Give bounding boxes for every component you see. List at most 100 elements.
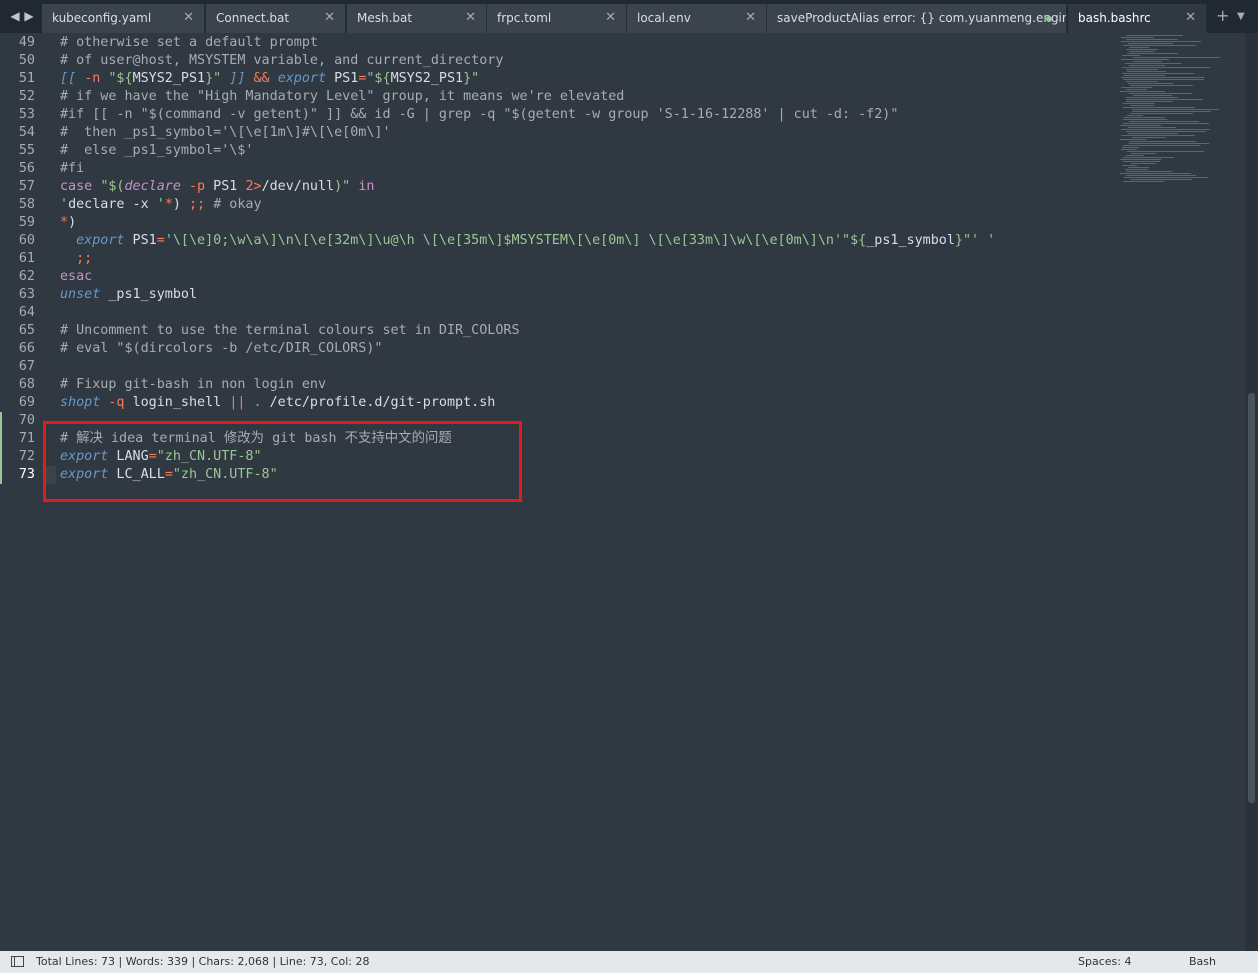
code-line[interactable]: 69 shopt -q login_shell || . /etc/profile… xyxy=(0,394,1120,412)
minimap-line xyxy=(1121,59,1169,60)
close-icon[interactable]: ✕ xyxy=(605,4,616,32)
line-number: 70 xyxy=(18,413,35,428)
tab-save-product-alias[interactable]: saveProductAlias error: {} com.yuanmeng.… xyxy=(767,4,1067,33)
code-line[interactable]: 66 # eval "$(dircolors -b /etc/DIR_COLORS… xyxy=(0,340,1120,358)
minimap-line xyxy=(1126,131,1206,132)
code-token: PS1 xyxy=(205,179,246,194)
tab-frpc[interactable]: frpc.toml ✕ xyxy=(487,4,627,33)
tab-kubeconfig[interactable]: kubeconfig.yaml ✕ xyxy=(42,4,205,33)
line-code: #fi xyxy=(60,160,84,178)
code-token: export xyxy=(277,71,327,86)
minimap-line xyxy=(1122,73,1194,74)
line-code: 'declare -x '*) ;; # okay xyxy=(60,196,262,214)
status-indentation[interactable]: Spaces: 4 xyxy=(1078,951,1131,973)
line-number: 64 xyxy=(18,305,35,320)
minimap-line xyxy=(1127,151,1204,152)
close-icon[interactable]: ✕ xyxy=(183,4,194,32)
minimap-line xyxy=(1122,165,1137,166)
status-syntax[interactable]: Bash xyxy=(1189,951,1216,973)
minimap-line xyxy=(1128,83,1173,84)
close-icon[interactable]: ✕ xyxy=(1185,4,1196,32)
code-line[interactable]: 56 #fi xyxy=(0,160,1120,178)
forward-arrow-icon[interactable]: ▶ xyxy=(22,6,36,26)
code-line[interactable]: 59 *) xyxy=(0,214,1120,232)
line-number: 51 xyxy=(18,71,35,86)
code-line[interactable]: 62 esac xyxy=(0,268,1120,286)
tab-local-env[interactable]: local.env ✕ xyxy=(627,4,767,33)
vertical-scrollbar[interactable] xyxy=(1245,33,1258,951)
minimap-line xyxy=(1121,77,1205,78)
new-tab-icon[interactable]: + xyxy=(1216,4,1229,28)
tab-list-dropdown-icon[interactable]: ▼ xyxy=(1237,4,1245,30)
code-line[interactable]: 51[[ -n "${MSYS2_PS1}" ]] && export PS1=… xyxy=(0,70,1120,88)
line-number: 65 xyxy=(18,323,35,338)
code-line[interactable]: 57 case "$(declare -p PS1 2>/dev/null)" i… xyxy=(0,178,1120,196)
code-line[interactable]: 68 # Fixup git-bash in non login env xyxy=(0,376,1120,394)
line-code: ;; xyxy=(60,250,92,268)
scrollbar-thumb[interactable] xyxy=(1248,393,1255,803)
code-token: # Uncomment to use the terminal colours … xyxy=(60,323,520,338)
code-token: # of user@host, MSYSTEM variable, and cu… xyxy=(60,53,504,68)
code-line[interactable]: 60 export PS1='\[\e]0;\w\a\]\n\[\e[32m\]… xyxy=(0,232,1120,250)
minimap-line xyxy=(1133,95,1172,96)
minimap-line xyxy=(1127,115,1143,116)
code-line[interactable]: 50 # of user@host, MSYSTEM variable, and … xyxy=(0,52,1120,70)
minimap-line xyxy=(1132,109,1219,110)
minimap-line xyxy=(1124,177,1208,178)
code-line[interactable]: 65 # Uncomment to use the terminal colour… xyxy=(0,322,1120,340)
code-token: "$( xyxy=(100,179,125,194)
close-icon[interactable]: ✕ xyxy=(745,4,756,32)
code-line[interactable]: 54 # then _ps1_symbol='\[\e[1m\]#\[\e[0m\… xyxy=(0,124,1120,142)
code-token: # else _ps1_symbol='\$' xyxy=(60,143,254,158)
code-line[interactable]: 67 xyxy=(0,358,1120,376)
minimap-line xyxy=(1128,167,1149,168)
tab-bash-bashrc[interactable]: bash.bashrc ✕ xyxy=(1068,4,1207,33)
line-code: shopt -q login_shell || . /etc/profile.d… xyxy=(60,394,495,412)
minimap-line xyxy=(1126,89,1147,90)
tab-bar: ◀ ▶ kubeconfig.yaml ✕ Connect.bat ✕ Mesh… xyxy=(0,0,1258,33)
close-icon[interactable]: ✕ xyxy=(324,4,335,32)
minimap-line xyxy=(1123,79,1204,80)
minimap-line xyxy=(1121,41,1201,42)
code-token: PS1 xyxy=(124,233,157,248)
code-token: # then _ps1_symbol='\[\e[1m\]#\[\e[0m\]' xyxy=(60,125,391,140)
code-line[interactable]: 61 ;; xyxy=(0,250,1120,268)
line-code: #if [[ -n "$(command -v getent)" ]] && i… xyxy=(60,106,898,124)
line-code: # Uncomment to use the terminal colours … xyxy=(60,322,520,340)
back-arrow-icon[interactable]: ◀ xyxy=(8,6,22,26)
code-line[interactable]: 52 # if we have the "High Mandatory Level… xyxy=(0,88,1120,106)
code-token: # okay xyxy=(213,197,262,212)
minimap-line xyxy=(1129,65,1165,66)
code-token: _ps1_symbol xyxy=(866,233,955,248)
minimap-line xyxy=(1132,137,1166,138)
minimap-line xyxy=(1129,121,1199,122)
line-code: # then _ps1_symbol='\[\e[1m\]#\[\e[0m\]' xyxy=(60,124,391,142)
code-token: #fi xyxy=(60,161,85,176)
minimap-line xyxy=(1122,147,1139,148)
panel-toggle-icon[interactable] xyxy=(11,956,24,967)
minimap-line xyxy=(1121,149,1137,150)
code-line[interactable]: 64 xyxy=(0,304,1120,322)
tab-label: saveProductAlias error: {} com.yuanmeng.… xyxy=(777,11,1066,25)
minimap[interactable] xyxy=(1120,33,1238,193)
tab-connect[interactable]: Connect.bat ✕ xyxy=(206,4,346,33)
minimap-line xyxy=(1126,155,1144,156)
code-token: * xyxy=(164,197,173,212)
code-line[interactable]: 63 unset _ps1_symbol xyxy=(0,286,1120,304)
code-line[interactable]: 49 # otherwise set a default prompt xyxy=(0,34,1120,52)
minimap-line xyxy=(1126,35,1183,36)
line-code: *) xyxy=(60,214,76,232)
tab-mesh[interactable]: Mesh.bat ✕ xyxy=(347,4,487,33)
unsaved-dot-icon xyxy=(1046,16,1052,22)
code-token: # eval "$(dircolors -b /etc/DIR_COLORS)" xyxy=(60,341,383,356)
close-icon[interactable]: ✕ xyxy=(465,4,476,32)
code-token: unset xyxy=(60,287,101,302)
code-line[interactable]: 53 #if [[ -n "$(command -v getent)" ]] &&… xyxy=(0,106,1120,124)
code-line[interactable]: 58'declare -x '*) ;; # okay xyxy=(0,196,1120,214)
code-token: }" xyxy=(463,71,480,86)
code-line[interactable]: 55 # else _ps1_symbol='\$' xyxy=(0,142,1120,160)
code-token: )" xyxy=(334,179,351,194)
